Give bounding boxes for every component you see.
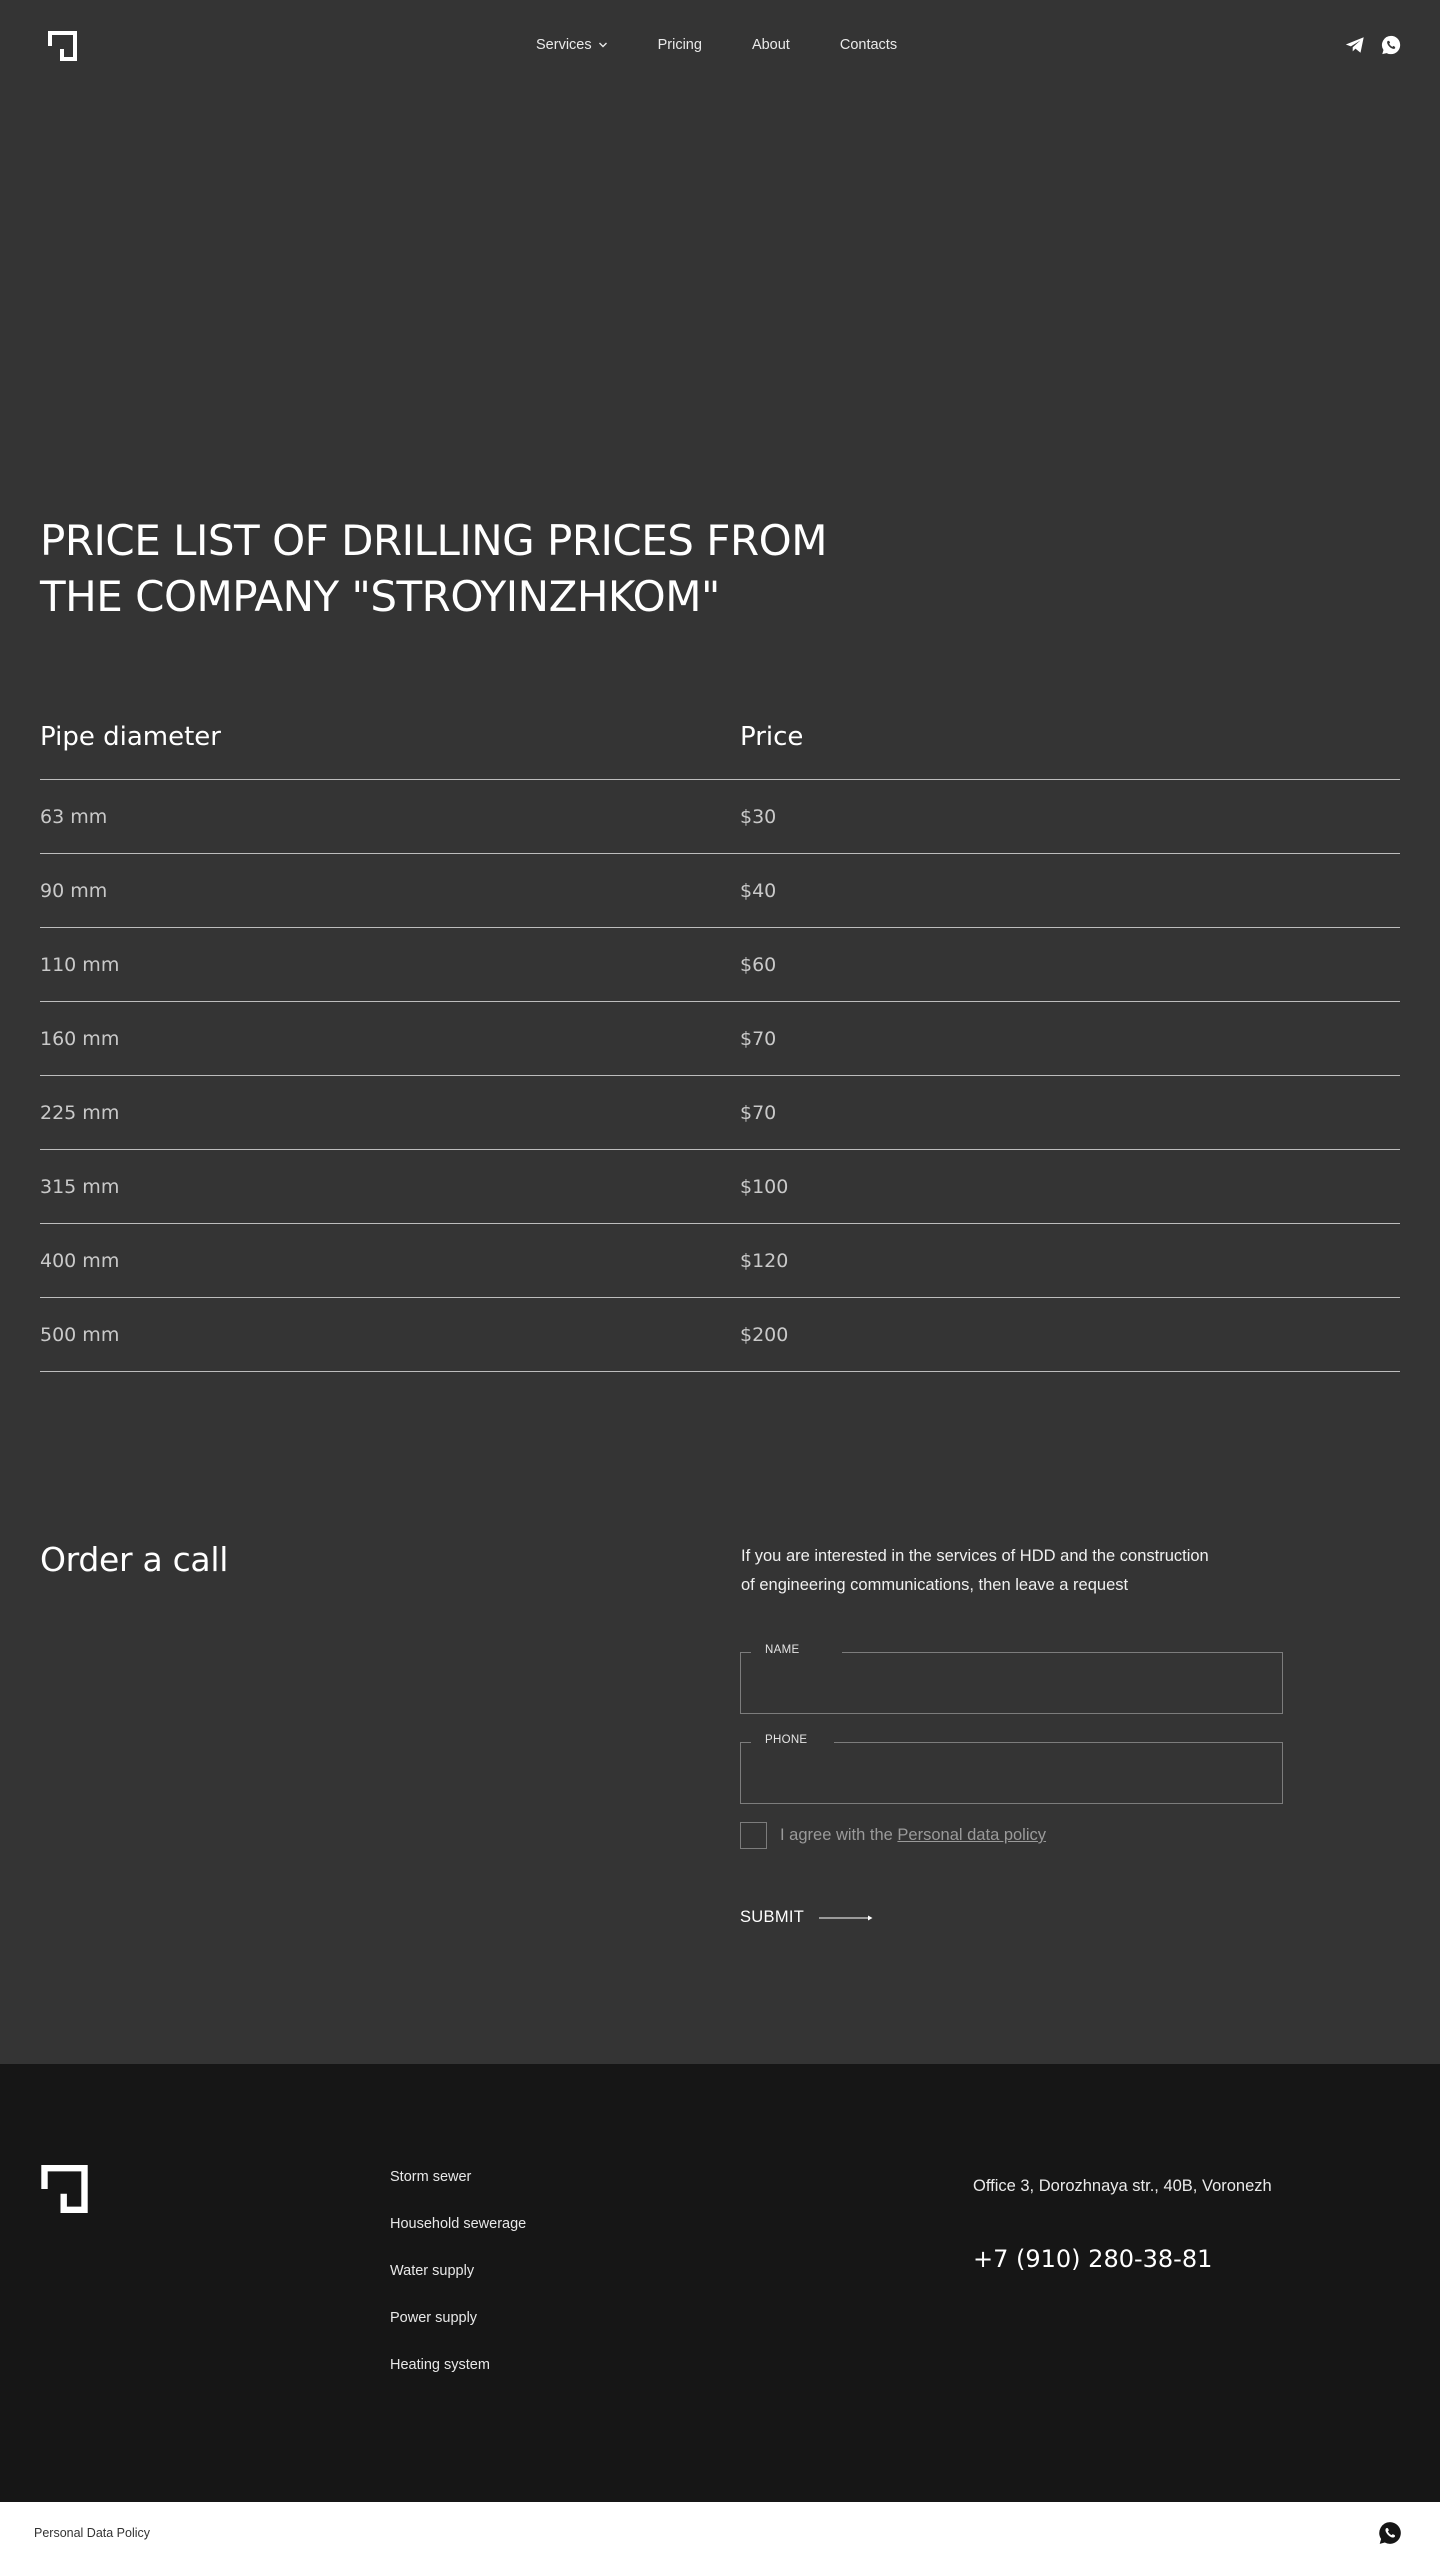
personal-data-policy-link[interactable]: Personal data policy [897,1826,1046,1844]
cell-diameter: 315 mm [40,1176,120,1198]
agree-text: I agree with the Personal data policy [780,1826,1046,1845]
order-call-description: If you are interested in the services of… [741,1542,1261,1600]
footer-link-power-supply[interactable]: Power supply [390,2310,526,2327]
site-header: Services Pricing About Contacts [0,0,1440,92]
order-call-title: Order a call [40,1540,229,1579]
table-header: Pipe diameter Price [40,704,1400,780]
order-desc-line-1: If you are interested in the services of… [741,1547,1209,1565]
telegram-icon[interactable] [1344,34,1366,56]
footer-logo-icon[interactable] [41,2165,88,2213]
footer-phone[interactable]: +7 (910) 280-38-81 [973,2245,1212,2273]
nav-contacts-label: Contacts [839,37,898,53]
page-title-line-1: PRICE LIST OF DRILLING PRICES FROM [40,516,827,565]
nav-about-label: About [751,37,790,53]
page-title-line-2: THE COMPANY "STROYINZHKOM" [40,572,720,621]
footer-link-water-supply[interactable]: Water supply [390,2263,526,2280]
footer-services-list: Storm sewer Household sewerage Water sup… [390,2169,526,2404]
table-row: 315 mm $100 [40,1150,1400,1224]
cell-diameter: 90 mm [40,880,108,902]
table-row: 500 mm $200 [40,1298,1400,1372]
cell-diameter: 225 mm [40,1102,120,1124]
cell-price: $100 [740,1176,789,1198]
footer-link-heating-system[interactable]: Heating system [390,2357,526,2374]
cell-diameter: 400 mm [40,1250,120,1272]
table-row: 400 mm $120 [40,1224,1400,1298]
nav-pricing-label: Pricing [657,37,702,53]
social-links [1344,34,1402,56]
cell-price: $60 [740,954,777,976]
cell-price: $200 [740,1324,789,1346]
footer-link-storm-sewer[interactable]: Storm sewer [390,2169,526,2186]
whatsapp-icon[interactable] [1377,2520,1403,2546]
submit-label: SUBMIT [740,1908,805,1926]
cell-price: $30 [740,806,777,828]
column-header-price: Price [740,722,804,752]
whatsapp-icon[interactable] [1380,34,1402,56]
nav-services[interactable]: Services [536,37,608,53]
phone-input[interactable] [741,1742,1282,1803]
table-row: 225 mm $70 [40,1076,1400,1150]
chevron-down-icon [598,42,607,48]
personal-data-policy-footer-link[interactable]: Personal Data Policy [34,2526,150,2540]
arrow-right-icon [819,1915,873,1920]
cell-price: $70 [740,1028,777,1050]
cell-price: $120 [740,1250,789,1272]
name-field: NAME [740,1644,1283,1714]
cell-price: $70 [740,1102,777,1124]
agree-row: I agree with the Personal data policy [740,1822,1046,1849]
agree-label: I agree with the [780,1826,893,1844]
table-row: 90 mm $40 [40,854,1400,928]
logo-icon[interactable] [48,31,77,61]
cell-price: $40 [740,880,777,902]
price-table: Pipe diameter Price 63 mm $30 90 mm $40 … [40,704,1400,1372]
main-nav: Services Pricing About Contacts [536,37,897,53]
order-desc-line-2: of engineering communications, then leav… [741,1576,1129,1594]
nav-pricing[interactable]: Pricing [658,37,702,53]
table-row: 160 mm $70 [40,1002,1400,1076]
table-row: 110 mm $60 [40,928,1400,1002]
footer-address: Office 3, Dorozhnaya str., 40B, Voronezh [973,2177,1272,2195]
cell-diameter: 63 mm [40,806,108,828]
site-footer: Storm sewer Household sewerage Water sup… [0,2064,1440,2502]
column-header-diameter: Pipe diameter [40,722,221,752]
table-row: 63 mm $30 [40,780,1400,854]
phone-field: PHONE [740,1734,1283,1804]
nav-services-label: Services [536,37,592,53]
bottom-bar: Personal Data Policy [0,2502,1440,2564]
agree-checkbox[interactable] [740,1822,767,1849]
nav-about[interactable]: About [752,37,790,53]
footer-link-household-sewerage[interactable]: Household sewerage [390,2216,526,2233]
cell-diameter: 160 mm [40,1028,120,1050]
page-title: PRICE LIST OF DRILLING PRICES FROM THE C… [40,513,940,625]
name-input[interactable] [741,1652,1282,1713]
nav-contacts[interactable]: Contacts [840,37,897,53]
cell-diameter: 500 mm [40,1324,120,1346]
cell-diameter: 110 mm [40,954,120,976]
submit-button[interactable]: SUBMIT [740,1908,873,1927]
